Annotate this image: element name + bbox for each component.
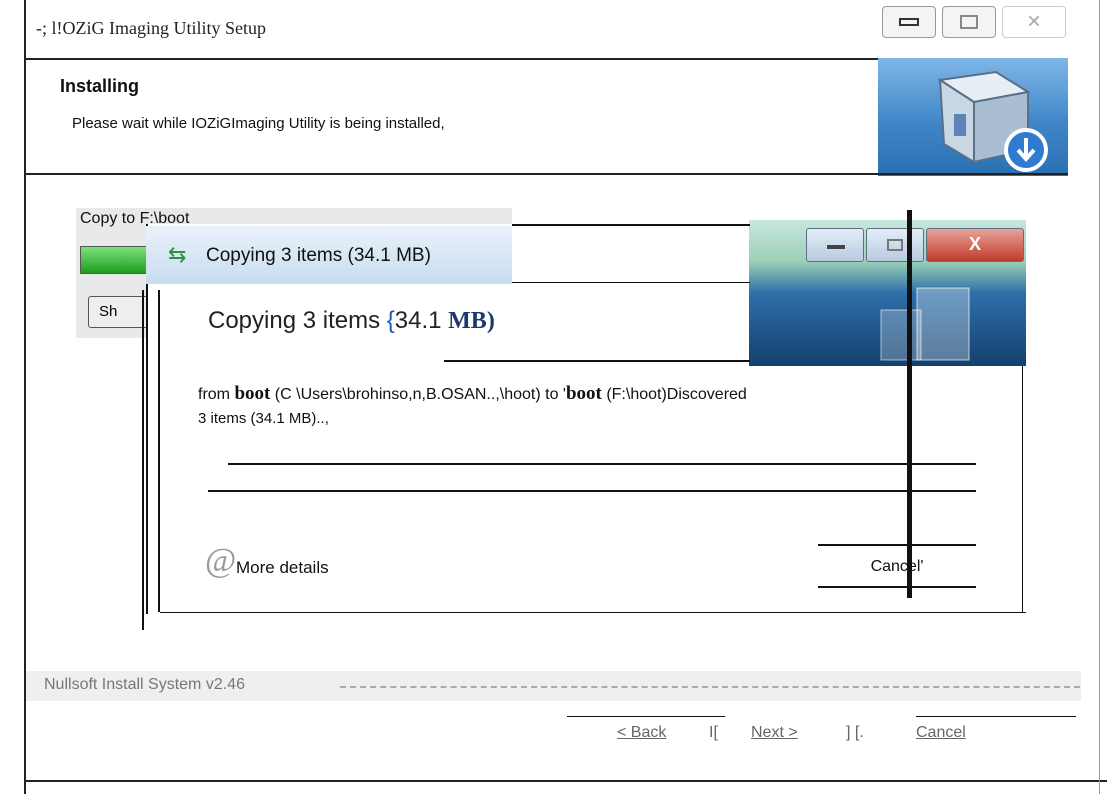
page-subtitle: Please wait while IOZiGImaging Utility i… (72, 115, 445, 132)
discovered-items: 3 items (34.1 MB).., (198, 410, 329, 427)
branding-separator (340, 686, 1080, 688)
cancel-label: Cancel (916, 724, 966, 741)
footer-separator: ] [. (846, 724, 864, 741)
from-prefix: from (198, 386, 235, 403)
close-button[interactable]: ✕ (1002, 6, 1066, 38)
close-icon: ✕ (1026, 11, 1042, 32)
more-details-link[interactable]: More details (236, 558, 329, 578)
minimize-button[interactable] (882, 6, 936, 38)
nsis-branding: Nullsoft Install System v2.46 (44, 676, 245, 693)
minimize-icon (827, 245, 845, 249)
dialog-top-border (512, 224, 750, 226)
footer-line (567, 716, 725, 717)
minimize-icon (899, 18, 919, 26)
footer-separator: I[ (709, 724, 718, 741)
copy-dialog-title: Copying 3 items (34.1 MB) (206, 245, 431, 266)
window-bottom-border (26, 780, 1107, 782)
next-label: Next > (751, 724, 798, 741)
cancel-button[interactable]: Cancel (916, 724, 966, 742)
page-title: Installing (60, 76, 140, 96)
back-label: < Back (617, 724, 667, 741)
dialog-minimize-button[interactable] (806, 228, 864, 262)
copy-dialog-controls: X (806, 228, 1024, 264)
progress-bar (80, 246, 152, 274)
vertical-rule (907, 210, 912, 598)
divider (228, 463, 976, 465)
divider (208, 490, 976, 492)
copy-arrows-icon: ⇆ (168, 242, 187, 267)
heading-text: Copying 3 items (208, 307, 387, 334)
expand-details-icon[interactable]: @ (205, 543, 236, 579)
heading-size: 34.1 (394, 307, 442, 334)
back-button[interactable]: < Back (617, 724, 666, 742)
copy-dialog-heading: Copying 3 items {34.1 MB) (208, 307, 495, 335)
close-icon: X (968, 234, 981, 254)
heading-unit: MB) (448, 308, 495, 334)
footer-line (916, 716, 1076, 717)
header-top-divider (26, 58, 886, 60)
heading-brace: { (386, 307, 395, 334)
source-folder-link[interactable]: boot (234, 383, 270, 404)
window-controls: ✕ (882, 4, 1072, 40)
next-button[interactable]: Next > (751, 724, 798, 742)
dialog-close-button[interactable]: X (926, 228, 1024, 262)
dialog-bottom-border (160, 612, 1026, 613)
window-title: -; l!OZiG Imaging Utility Setup (36, 18, 266, 38)
titlebar-divider (512, 282, 750, 283)
header-bottom-divider (26, 173, 1068, 175)
from-suffix: (F:\hoot)Discovered (601, 386, 747, 403)
copy-source-destination: from boot (C \Users\brohinso,n,B.OSAN..,… (198, 382, 978, 431)
divider (444, 360, 750, 362)
from-mid: (C \Users\brohinso,n,B.OSAN..,\hoot) to … (270, 386, 566, 403)
install-box-icon (878, 58, 1068, 176)
dialog-outer-left-border (142, 290, 144, 630)
dialog-right-border (1022, 366, 1023, 612)
maximize-icon (960, 15, 978, 29)
dialog-maximize-button[interactable] (866, 228, 924, 262)
maximize-icon (887, 239, 903, 251)
dialog-inner-left-border (158, 290, 160, 612)
copy-cancel-button[interactable]: Cancel' (818, 546, 976, 588)
maximize-button[interactable] (942, 6, 996, 38)
show-details-button[interactable]: Sh (88, 296, 150, 328)
screen-right-edge (1099, 0, 1100, 794)
destination-folder-link[interactable]: boot (566, 383, 602, 404)
